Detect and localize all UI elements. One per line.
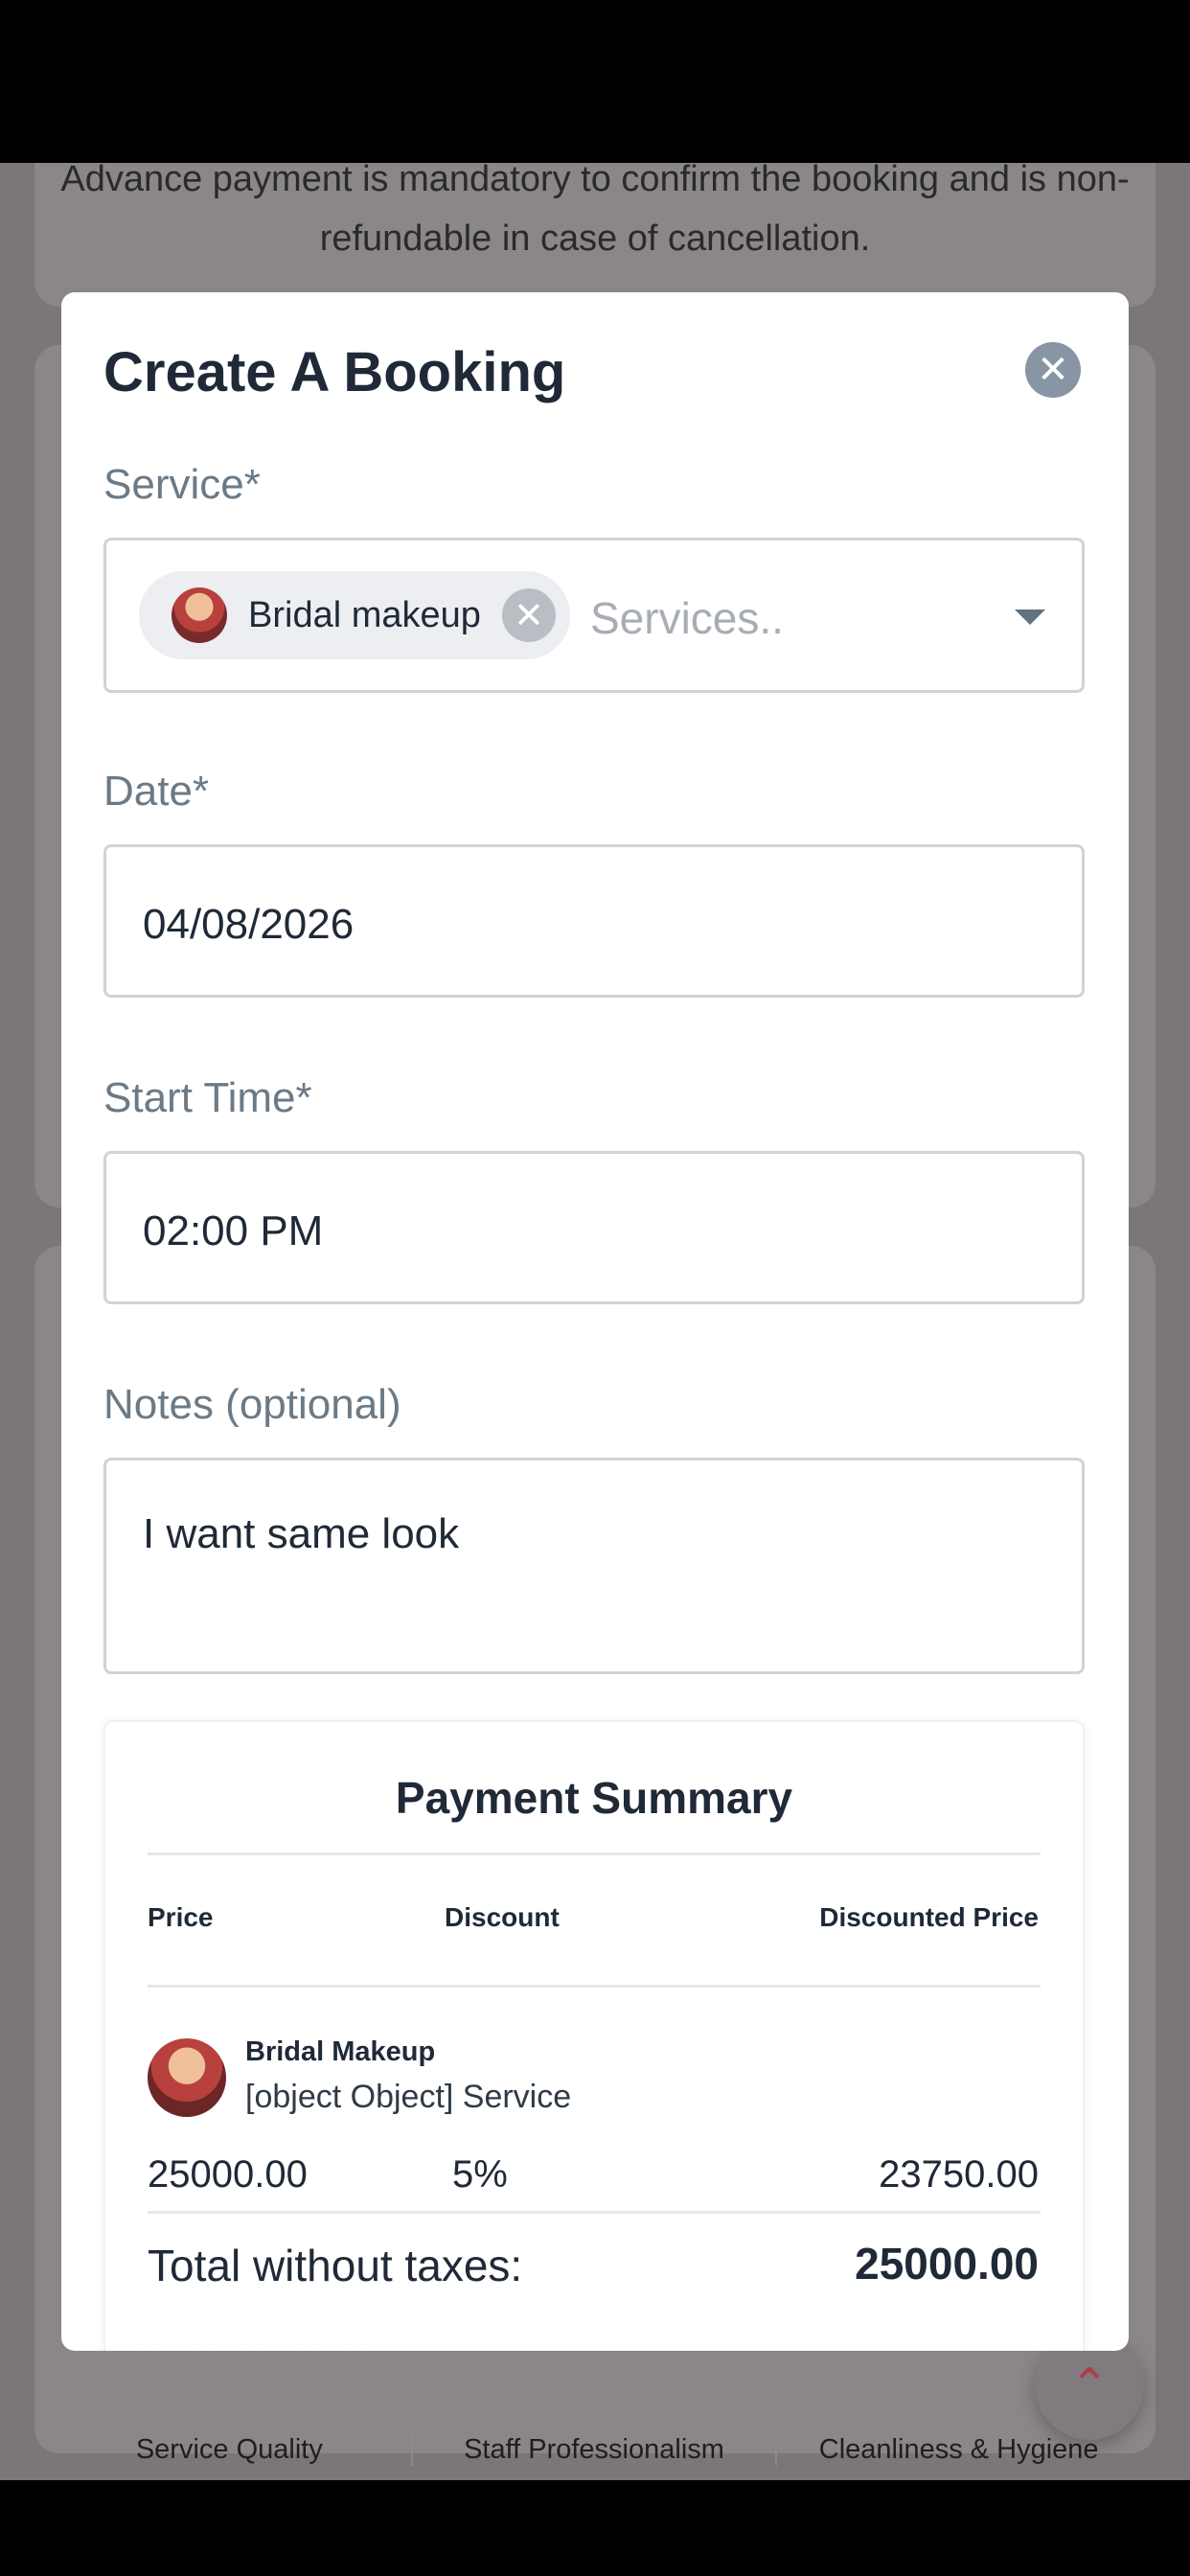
service-avatar xyxy=(172,587,227,643)
chevron-up-icon: ⌃ xyxy=(1069,2360,1110,2411)
column-header-price: Price xyxy=(148,1902,214,1932)
close-icon: ✕ xyxy=(513,595,544,636)
notes-label: Notes (optional) xyxy=(103,1381,401,1428)
close-button[interactable]: ✕ xyxy=(1025,342,1081,398)
column-header-discount: Discount xyxy=(445,1902,560,1932)
notes-textarea[interactable]: I want same look xyxy=(103,1458,1085,1674)
remove-chip-button[interactable]: ✕ xyxy=(501,588,556,642)
service-select[interactable]: Bridal makeup ✕ Services.. xyxy=(103,538,1085,693)
column-header-discounted-price: Discounted Price xyxy=(819,1902,1039,1932)
date-field[interactable]: 04/08/2026 xyxy=(103,844,1085,998)
modal-title: Create A Booking xyxy=(103,341,566,403)
divider xyxy=(148,2211,1041,2214)
rating-category: Staff Professionalism xyxy=(413,2434,778,2466)
selected-service-chip: Bridal makeup ✕ xyxy=(139,571,570,659)
top-status-bar xyxy=(0,0,1190,163)
start-time-label: Start Time* xyxy=(103,1074,312,1121)
start-time-field[interactable]: 02:00 PM xyxy=(103,1151,1085,1304)
bottom-bar xyxy=(0,2480,1190,2576)
item-discount: 5% xyxy=(452,2153,508,2196)
item-subtitle: [object Object] Service xyxy=(245,2079,572,2115)
date-label: Date* xyxy=(103,768,210,815)
chevron-down-icon[interactable] xyxy=(1015,610,1045,625)
payment-summary-title: Payment Summary xyxy=(395,1773,793,1823)
close-icon: ✕ xyxy=(1037,349,1069,391)
chip-label: Bridal makeup xyxy=(248,594,481,635)
rating-category: Service Quality xyxy=(48,2434,413,2466)
total-value: 25000.00 xyxy=(855,2239,1039,2288)
payment-summary-card: Payment Summary Price Discount Discounte… xyxy=(103,1720,1085,2351)
rating-categories: Service Quality Staff Professionalism Cl… xyxy=(48,2434,1140,2466)
item-avatar xyxy=(148,2038,226,2117)
date-value: 04/08/2026 xyxy=(143,901,355,948)
service-label: Service* xyxy=(103,461,261,508)
divider xyxy=(148,1852,1041,1855)
total-label: Total without taxes: xyxy=(148,2241,523,2290)
divider xyxy=(148,1985,1041,1988)
create-booking-modal: Create A Booking ✕ Service* Bridal makeu… xyxy=(61,292,1129,2351)
service-search-input[interactable]: Services.. xyxy=(590,592,784,644)
item-name: Bridal Makeup xyxy=(245,2036,436,2067)
notes-value: I want same look xyxy=(143,1510,460,1557)
start-time-value: 02:00 PM xyxy=(143,1208,324,1254)
item-price: 25000.00 xyxy=(148,2153,308,2196)
advance-payment-notice: Advance payment is mandatory to confirm … xyxy=(60,159,1130,259)
booking-screen: Advance payment is mandatory to confirm … xyxy=(0,0,1190,2576)
item-discounted-price: 23750.00 xyxy=(879,2153,1039,2196)
